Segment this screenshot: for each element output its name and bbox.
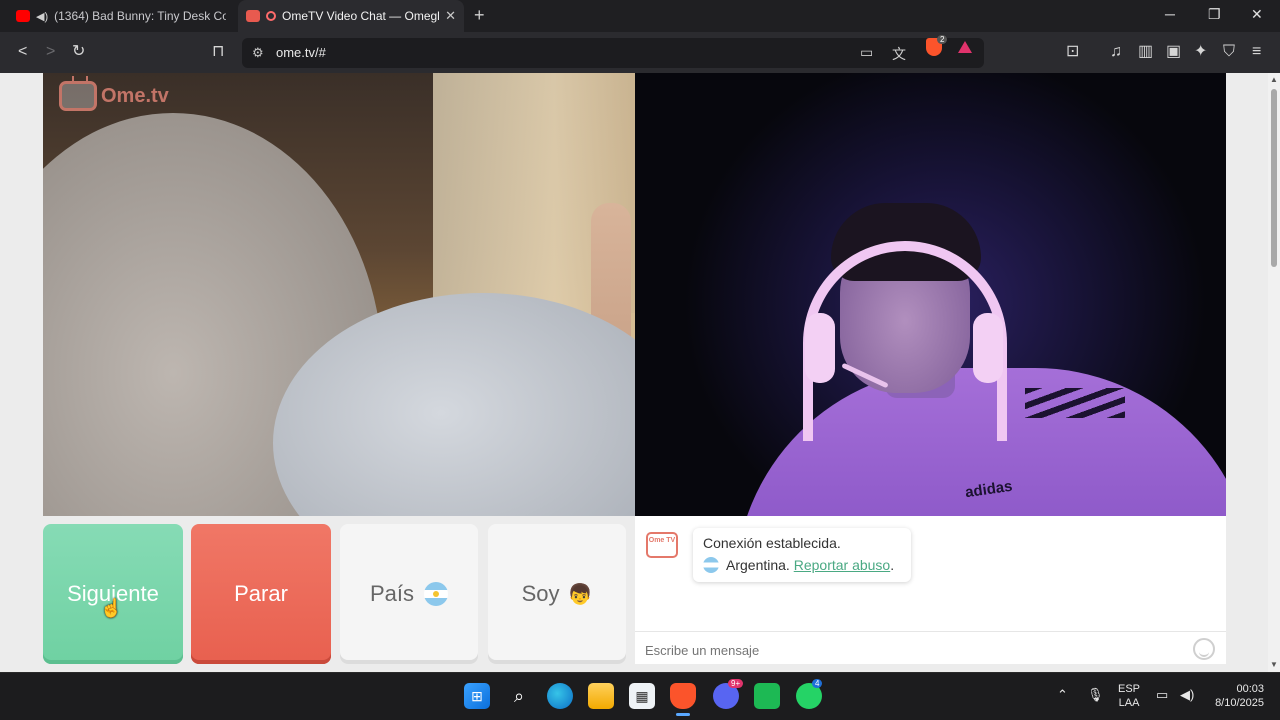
ometv-avatar-icon: Ome TV bbox=[646, 532, 678, 558]
wallet-icon[interactable]: ▣ bbox=[1166, 43, 1181, 61]
watermark-text: Ome.tv bbox=[101, 84, 169, 107]
back-icon[interactable]: < bbox=[18, 43, 27, 61]
cast-icon[interactable]: ▭ bbox=[860, 44, 873, 61]
emoji-icon[interactable] bbox=[1193, 638, 1215, 660]
report-suffix: . bbox=[890, 557, 895, 573]
music-icon[interactable]: ♫ bbox=[1110, 43, 1122, 61]
next-button[interactable]: Siguiente bbox=[43, 524, 183, 664]
edge-icon[interactable] bbox=[547, 683, 573, 709]
brave-rewards-icon[interactable] bbox=[958, 41, 972, 53]
scroll-down-icon[interactable]: ▼ bbox=[1270, 660, 1278, 669]
new-tab-icon[interactable]: + bbox=[474, 5, 485, 26]
ometv-logo-icon bbox=[59, 81, 97, 111]
clock-time: 00:03 bbox=[1236, 683, 1264, 695]
connection-status: Conexión establecida. bbox=[703, 535, 841, 551]
whatsapp-badge: 4 bbox=[812, 679, 823, 688]
system-clock[interactable]: 00:03 8/10/2025 bbox=[1204, 682, 1264, 710]
speaker-icon[interactable]: ◀) bbox=[36, 10, 48, 23]
ometv-favicon-icon bbox=[246, 10, 260, 22]
stop-button[interactable]: Parar bbox=[191, 524, 331, 664]
remote-video: adidas bbox=[635, 73, 1226, 516]
file-explorer-icon[interactable] bbox=[588, 683, 614, 709]
brave-icon[interactable] bbox=[670, 683, 696, 709]
chat-panel: Ome TV Conexión establecida. Argentina. … bbox=[635, 516, 1226, 664]
screenshot-icon[interactable]: ⊡ bbox=[1066, 43, 1079, 61]
scrollbar-thumb[interactable] bbox=[1271, 89, 1277, 267]
start-icon[interactable]: ⊞ bbox=[464, 683, 490, 709]
store-icon[interactable]: ▦ bbox=[629, 683, 655, 709]
leo-ai-icon[interactable]: ✦ bbox=[1194, 43, 1207, 61]
boy-emoji-icon: 👦 bbox=[567, 583, 593, 606]
tab-title: OmeTV Video Chat — Omegl bbox=[282, 9, 440, 23]
close-tab-icon[interactable]: ✕ bbox=[445, 8, 456, 24]
forward-icon[interactable]: > bbox=[46, 43, 55, 61]
country-button[interactable]: País bbox=[340, 524, 478, 664]
ometv-watermark: Ome.tv bbox=[59, 81, 169, 111]
country-label: País bbox=[369, 581, 415, 606]
page-scrollbar[interactable]: ▲ ▼ bbox=[1268, 73, 1280, 672]
youtube-icon bbox=[16, 10, 30, 22]
local-video: Ome.tv bbox=[43, 73, 635, 516]
minimize-icon[interactable]: ─ bbox=[1165, 6, 1175, 22]
reload-icon[interactable]: ↻ bbox=[72, 43, 85, 61]
lang-code: ESP bbox=[1118, 683, 1141, 695]
argentina-flag-icon bbox=[424, 582, 449, 606]
sidebar-icon[interactable]: ▥ bbox=[1138, 43, 1153, 61]
url-text[interactable]: ome.tv/# bbox=[276, 45, 326, 60]
lang-layout: LAA bbox=[1118, 697, 1140, 709]
tab-ometv[interactable]: OmeTV Video Chat — Omegl ✕ bbox=[238, 0, 464, 32]
android-studio-icon[interactable] bbox=[754, 683, 780, 709]
close-window-icon[interactable]: ✕ bbox=[1251, 6, 1263, 23]
network-icon[interactable]: ▭ bbox=[1156, 687, 1168, 703]
active-app-indicator bbox=[676, 713, 690, 716]
menu-icon[interactable]: ≡ bbox=[1252, 43, 1261, 61]
vpn-icon[interactable]: ⛉ bbox=[1223, 43, 1235, 61]
hand-cursor-icon: ☝ bbox=[100, 598, 123, 618]
system-message: Conexión establecida. Argentina. Reporta… bbox=[693, 528, 911, 582]
gender-label: Soy bbox=[521, 581, 560, 606]
ometv-page: Ome.tv adidas Siguiente Parar País Soy 👦… bbox=[0, 73, 1268, 672]
bookmark-icon[interactable]: ⊓ bbox=[212, 43, 224, 61]
microphone-icon[interactable]: 🎙 bbox=[1087, 687, 1104, 703]
translate-icon[interactable]: 文 bbox=[892, 44, 906, 64]
restore-icon[interactable]: ❐ bbox=[1208, 6, 1221, 23]
language-indicator[interactable]: ESP LAA bbox=[1118, 682, 1140, 710]
tab-youtube[interactable]: ◀) (1364) Bad Bunny: Tiny Desk Con bbox=[8, 0, 234, 32]
report-abuse-link[interactable]: Reportar abuso bbox=[794, 557, 891, 573]
clock-date: 8/10/2025 bbox=[1215, 697, 1264, 709]
discord-badge: 9+ bbox=[728, 679, 744, 688]
chat-divider bbox=[635, 631, 1226, 632]
browser-toolbar: < > ↻ ⊓ ⚙ ome.tv/# ▭ 文 2 ⊡ ♫ ▥ ▣ ✦ ⛉ ≡ bbox=[0, 32, 1280, 73]
country-name: Argentina. bbox=[726, 557, 790, 573]
stop-label: Parar bbox=[234, 581, 288, 606]
volume-icon[interactable]: ◀) bbox=[1180, 687, 1194, 703]
site-settings-icon[interactable]: ⚙ bbox=[252, 45, 264, 61]
search-icon[interactable]: ⌕ bbox=[506, 683, 532, 709]
scroll-up-icon[interactable]: ▲ bbox=[1270, 75, 1278, 84]
message-input[interactable] bbox=[645, 640, 1185, 660]
tab-bar: ◀) (1364) Bad Bunny: Tiny Desk Con OmeTV… bbox=[0, 0, 1280, 32]
windows-taskbar: ⊞ ⌕ ▦ 9+ 4 ⌃ 🎙 ESP LAA ▭ ◀) 00:03 8/10/2… bbox=[0, 672, 1280, 720]
tab-title: (1364) Bad Bunny: Tiny Desk Con bbox=[54, 9, 226, 23]
argentina-flag-icon bbox=[703, 557, 719, 573]
address-bar[interactable]: ⚙ ome.tv/# ▭ 文 bbox=[242, 38, 984, 68]
gender-button[interactable]: Soy 👦 bbox=[488, 524, 626, 664]
tray-chevron-icon[interactable]: ⌃ bbox=[1057, 687, 1068, 703]
recording-icon bbox=[266, 11, 276, 21]
